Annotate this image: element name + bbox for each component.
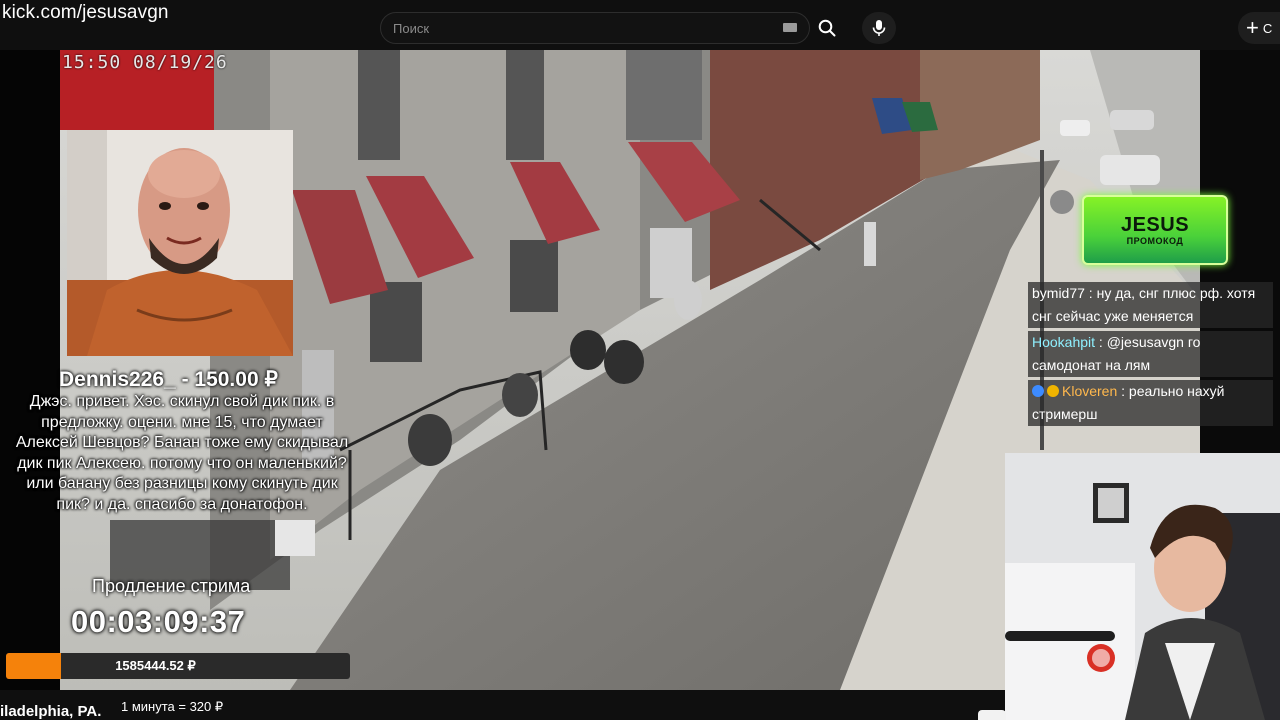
donation-donor-amount: Dennis226_ - 150.00 ₽	[59, 368, 278, 391]
search-button[interactable]	[810, 12, 844, 44]
channel-url-label: kick.com/jesusavgn	[2, 2, 169, 23]
search-icon	[818, 19, 836, 37]
create-label: C	[1262, 20, 1273, 36]
video-letterbox-left	[0, 50, 60, 690]
promo-title: JESUS	[1120, 214, 1190, 236]
subscriber-badge-icon	[1032, 385, 1044, 397]
microphone-icon	[872, 20, 886, 36]
chat-message: Hookahpit : @jesusavgn го самодонат на л…	[1028, 331, 1273, 377]
webcam-streamer-image	[1005, 453, 1280, 720]
chat-text: : реально нахуй стримерш	[1032, 383, 1225, 422]
search-input[interactable]	[393, 13, 773, 43]
plus-icon: +	[1246, 15, 1259, 40]
corner-control[interactable]	[978, 710, 1006, 720]
donation-goal-amount: 1585444.52 ₽	[115, 658, 196, 673]
chat-message: bymid77 : ну да, снг плюс рф. хотя снг с…	[1028, 282, 1273, 328]
gift-badge-icon	[1047, 385, 1059, 397]
streamer-webcam-overlay	[1005, 453, 1280, 720]
top-bar: kick.com/jesusavgn + C	[0, 0, 1280, 50]
chat-username: Hookahpit	[1032, 334, 1096, 350]
timer-rate: 1 минута = 320 ₽	[121, 699, 224, 714]
keyboard-icon[interactable]	[783, 23, 797, 32]
stream-page: { "site": { "url_label": "kick.com/jesus…	[0, 0, 1280, 720]
chat-username: bymid77	[1032, 285, 1085, 301]
promo-subtitle: ПРОМОКОД	[1126, 236, 1184, 246]
stream-extension-label: Продление стрима	[92, 576, 251, 596]
camera-timestamp: 15:50 08/19/26	[62, 52, 228, 73]
chat-username: Kloveren	[1062, 383, 1118, 399]
donation-goal-progress: 1585444.52 ₽	[6, 653, 350, 679]
create-button[interactable]: + C	[1238, 12, 1280, 44]
promo-code-badge: JESUS ПРОМОКОД	[1082, 195, 1228, 265]
voice-search-button[interactable]	[862, 12, 896, 44]
stream-extension-timer: 00:03:09:37	[71, 604, 246, 639]
chat-message: Kloveren : реально нахуй стримерш	[1028, 380, 1273, 426]
camera-location: iladelphia, PA.	[0, 703, 102, 720]
search-box[interactable]	[380, 12, 810, 44]
webcam-person-image	[67, 130, 293, 356]
donor-webcam-overlay	[67, 130, 293, 356]
donation-message: Джэс. привет. Хэс. скинул свой дик пик. …	[15, 393, 349, 513]
chat-overlay: bymid77 : ну да, снг плюс рф. хотя снг с…	[1028, 282, 1273, 429]
